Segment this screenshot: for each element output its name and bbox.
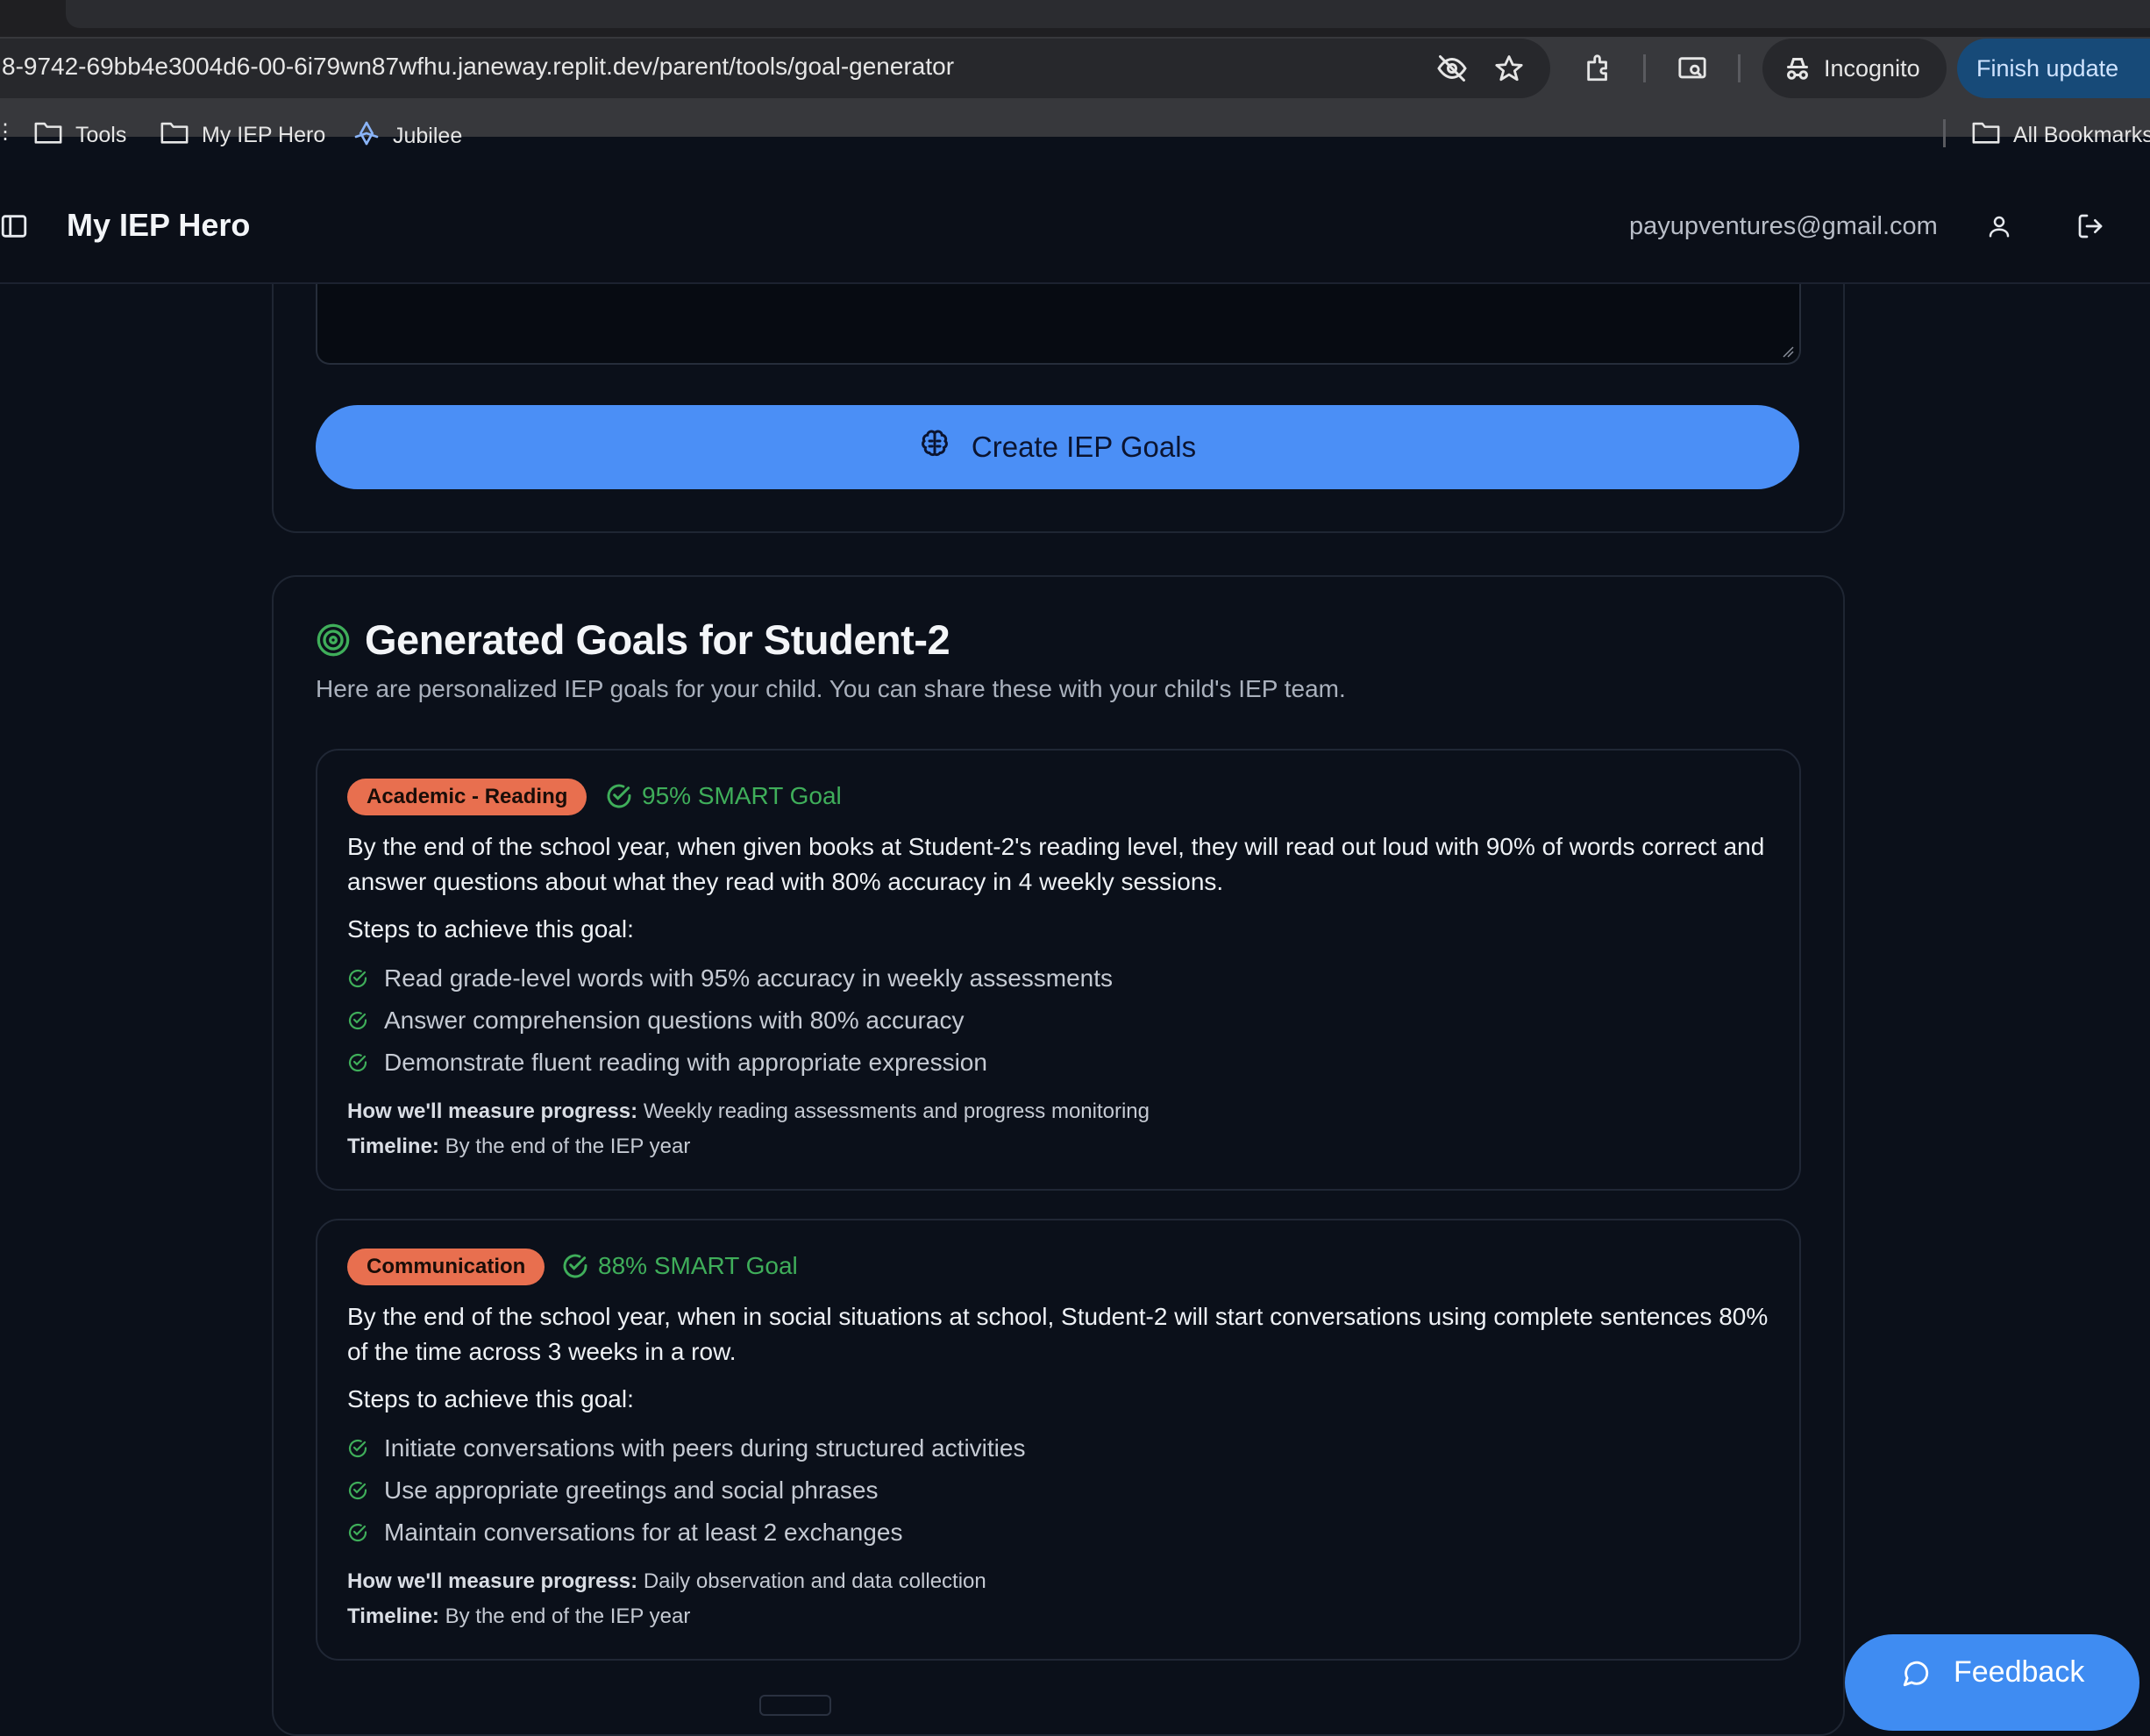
check-circle-icon xyxy=(348,1439,367,1458)
incognito-icon xyxy=(1782,53,1813,89)
toolbar-divider xyxy=(1643,54,1646,82)
incognito-label: Incognito xyxy=(1824,55,1920,82)
goal-step-text: Use appropriate greetings and social phr… xyxy=(384,1476,879,1504)
finish-update-button[interactable]: Finish update ⋮ xyxy=(1957,39,2150,98)
bookmark-label: Jubilee xyxy=(393,124,463,148)
timeline: Timeline: By the end of the IEP year xyxy=(347,1135,690,1159)
address-bar-url[interactable]: 8-9742-69bb4e3004d6-00-6i79wn87wfhu.jane… xyxy=(2,53,954,81)
smart-score: 95% SMART Goal xyxy=(605,782,842,810)
feedback-label: Feedback xyxy=(1954,1655,2085,1689)
feedback-button[interactable]: Feedback xyxy=(1845,1634,2139,1731)
progress-measure-label: How we'll measure progress: xyxy=(347,1569,638,1593)
smart-score: 88% SMART Goal xyxy=(561,1252,798,1280)
timeline-label: Timeline: xyxy=(347,1604,439,1628)
check-circle-icon xyxy=(563,1254,587,1278)
progress-measure-value: Daily observation and data collection xyxy=(643,1569,986,1593)
smart-score-label: 95% SMART Goal xyxy=(642,782,842,809)
brain-icon xyxy=(919,428,950,466)
generated-goals-title: Generated Goals for Student-2 xyxy=(365,616,950,663)
bookmark-label: Tools xyxy=(75,123,127,147)
check-circle-icon xyxy=(348,1481,367,1500)
progress-measure-value: Weekly reading assessments and progress … xyxy=(643,1099,1150,1123)
app-header: My IEP Hero payupventures@gmail.com xyxy=(0,170,2150,284)
extensions-icon[interactable] xyxy=(1579,49,1618,88)
goal-step-text: Initiate conversations with peers during… xyxy=(384,1434,1026,1462)
sidebar-toggle-icon[interactable] xyxy=(0,207,33,245)
goal-step: Read grade-level words with 95% accuracy… xyxy=(347,964,1113,993)
finish-update-label: Finish update xyxy=(1976,55,2119,82)
timeline-label: Timeline: xyxy=(347,1135,439,1158)
jubilee-icon xyxy=(352,119,381,153)
goal-step-text: Answer comprehension questions with 80% … xyxy=(384,1007,965,1034)
check-circle-icon xyxy=(348,1011,367,1030)
chat-bubble-icon xyxy=(1901,1655,1931,1697)
folder-icon xyxy=(33,119,63,152)
goal-step-text: Read grade-level words with 95% accuracy… xyxy=(384,964,1114,992)
progress-measure: How we'll measure progress: Weekly readi… xyxy=(347,1099,1150,1124)
incognito-indicator[interactable]: Incognito xyxy=(1762,39,1947,98)
logout-icon[interactable] xyxy=(2071,207,2110,245)
all-bookmarks-label: All Bookmarks xyxy=(2013,123,2150,147)
goal-card: Communication 88% SMART Goal By the end … xyxy=(316,1219,1801,1661)
target-icon xyxy=(316,623,351,658)
timeline-value: By the end of the IEP year xyxy=(445,1604,691,1628)
check-circle-icon xyxy=(348,1053,367,1072)
bookmark-jubilee[interactable]: Jubilee xyxy=(352,119,462,153)
bookmark-star-icon[interactable] xyxy=(1491,51,1527,86)
goal-step-text: Demonstrate fluent reading with appropri… xyxy=(384,1049,987,1076)
active-tab[interactable] xyxy=(66,0,2150,28)
progress-measure-label: How we'll measure progress: xyxy=(347,1099,638,1123)
goal-step: Demonstrate fluent reading with appropri… xyxy=(347,1049,987,1077)
smart-score-label: 88% SMART Goal xyxy=(598,1252,798,1279)
timeline: Timeline: By the end of the IEP year xyxy=(347,1604,690,1629)
goal-category-badge: Communication xyxy=(347,1249,545,1285)
folder-icon xyxy=(1971,119,2001,152)
timeline-value: By the end of the IEP year xyxy=(445,1135,691,1158)
bottom-element-edge xyxy=(759,1695,831,1716)
all-bookmarks[interactable]: All Bookmarks xyxy=(1971,119,2150,152)
bookmark-my-iep-hero[interactable]: My IEP Hero xyxy=(160,119,325,152)
check-circle-icon xyxy=(607,784,631,808)
goal-description: By the end of the school year, when give… xyxy=(347,833,1765,895)
goal-step-text: Maintain conversations for at least 2 ex… xyxy=(384,1519,903,1546)
progress-measure: How we'll measure progress: Daily observ… xyxy=(347,1569,986,1594)
steps-heading: Steps to achieve this goal: xyxy=(347,1385,634,1412)
goal-step: Maintain conversations for at least 2 ex… xyxy=(347,1519,902,1547)
address-bar[interactable]: 8-9742-69bb4e3004d6-00-6i79wn87wfhu.jane… xyxy=(0,39,1550,98)
create-iep-goals-button[interactable]: Create IEP Goals xyxy=(316,405,1799,489)
check-circle-icon xyxy=(348,969,367,988)
bookmarks-overflow-icon[interactable]: ⋮ xyxy=(0,119,16,145)
app-title[interactable]: My IEP Hero xyxy=(67,207,250,244)
steps-heading: Steps to achieve this goal: xyxy=(347,915,634,943)
goal-category-badge: Academic - Reading xyxy=(347,779,587,815)
goal-step: Use appropriate greetings and social phr… xyxy=(347,1476,878,1505)
bookmark-label: My IEP Hero xyxy=(202,123,326,147)
goal-card: Academic - Reading 95% SMART Goal By the… xyxy=(316,749,1801,1191)
goal-step: Answer comprehension questions with 80% … xyxy=(347,1007,964,1035)
resize-handle-icon[interactable] xyxy=(1782,345,1794,358)
tab-search-icon[interactable] xyxy=(1673,49,1712,88)
folder-icon xyxy=(160,119,189,152)
bookmark-tools[interactable]: Tools xyxy=(33,119,126,152)
kebab-menu-icon[interactable]: ⋮ xyxy=(2138,51,2150,84)
toolbar-divider xyxy=(1738,54,1741,82)
create-iep-goals-label: Create IEP Goals xyxy=(971,430,1197,463)
check-circle-icon xyxy=(348,1523,367,1542)
user-email: payupventures@gmail.com xyxy=(1629,212,1938,240)
bookmarks-divider xyxy=(1943,119,1946,147)
goal-step: Initiate conversations with peers during… xyxy=(347,1434,1025,1462)
eye-off-icon[interactable] xyxy=(1435,51,1470,86)
browser-tab-strip xyxy=(0,0,2150,37)
goal-description: By the end of the school year, when in s… xyxy=(347,1303,1769,1365)
generated-goals-subtitle: Here are personalized IEP goals for your… xyxy=(316,675,1346,702)
user-profile-icon[interactable] xyxy=(1980,207,2018,245)
